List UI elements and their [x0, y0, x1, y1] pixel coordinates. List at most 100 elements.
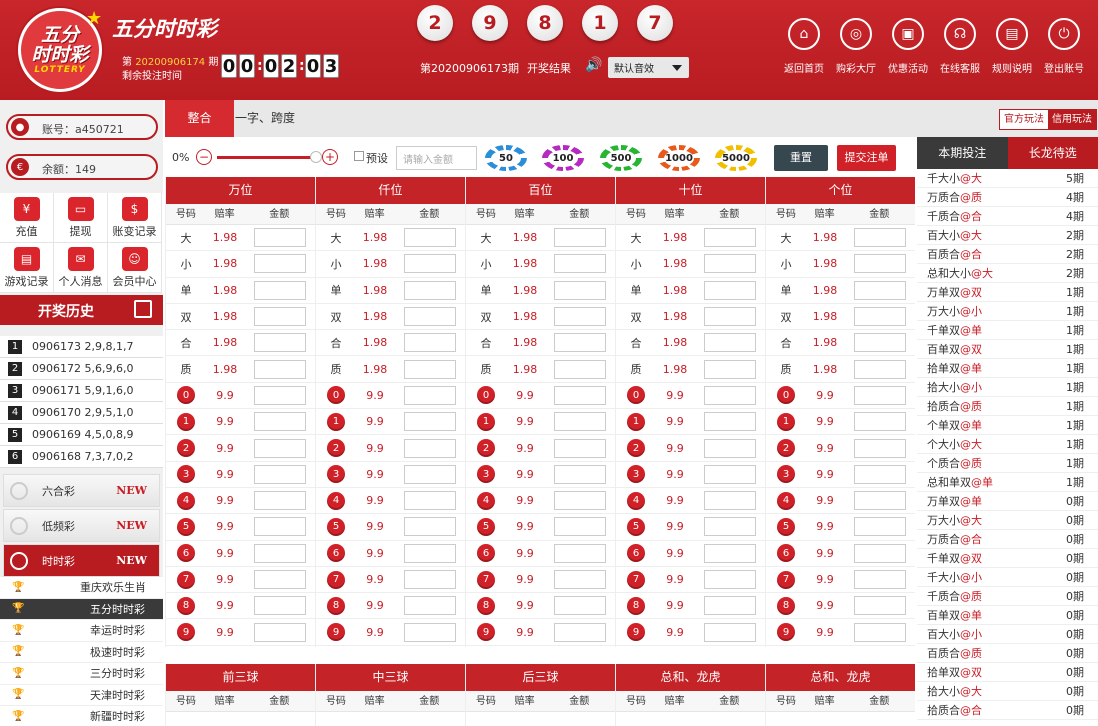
nav-support[interactable]: ☊ 在线客服: [934, 18, 986, 75]
bet-amount-input[interactable]: [254, 307, 306, 327]
bet-amount-input[interactable]: [404, 570, 456, 589]
bet-amount-input[interactable]: [404, 359, 456, 379]
bet-amount-input[interactable]: [704, 622, 756, 642]
subgame-item[interactable]: 🏆 新疆时时彩: [0, 706, 163, 726]
bet-amount-input[interactable]: [404, 596, 456, 616]
chip-100[interactable]: 100: [542, 145, 584, 171]
bet-amount-input[interactable]: [404, 491, 456, 511]
long-dragon-row[interactable]: 百单双@双 1期: [917, 340, 1098, 359]
bet-amount-input[interactable]: [704, 228, 756, 248]
bet-amount-input[interactable]: [404, 280, 456, 300]
chip-50[interactable]: 50: [485, 145, 527, 171]
bet-amount-input[interactable]: [704, 464, 756, 484]
bet-amount-input[interactable]: [404, 307, 456, 327]
bet-amount-input[interactable]: [404, 438, 456, 458]
bet-amount-input[interactable]: [854, 438, 906, 458]
long-dragon-row[interactable]: 千大小@大 5期: [917, 169, 1098, 188]
bet-amount-input[interactable]: [254, 622, 306, 642]
bet-amount-input[interactable]: [704, 412, 756, 432]
long-dragon-row[interactable]: 百大小@小 0期: [917, 625, 1098, 644]
preset-checkbox[interactable]: [354, 151, 364, 161]
bet-amount-input[interactable]: [854, 412, 906, 432]
bet-amount-input[interactable]: [254, 228, 306, 248]
bet-amount-input[interactable]: [554, 228, 606, 248]
long-dragon-row[interactable]: 拾大小@大 0期: [917, 682, 1098, 701]
long-dragon-row[interactable]: 总和单双@单 1期: [917, 473, 1098, 492]
long-dragon-row[interactable]: 个单双@单 1期: [917, 416, 1098, 435]
submit-bet-button[interactable]: 提交注单: [837, 145, 896, 171]
bet-amount-input[interactable]: [254, 491, 306, 511]
bet-amount-input[interactable]: [254, 596, 306, 616]
bet-amount-input[interactable]: [554, 570, 606, 589]
calendar-icon[interactable]: [134, 300, 152, 318]
tab-single-span[interactable]: 一字、跨度: [235, 100, 295, 137]
bet-amount-input[interactable]: [704, 596, 756, 616]
bet-amount-input[interactable]: [554, 254, 606, 274]
bet-amount-input[interactable]: [554, 491, 606, 511]
bet-amount-input[interactable]: [554, 517, 606, 537]
long-dragon-row[interactable]: 千质合@合 4期: [917, 207, 1098, 226]
long-dragon-row[interactable]: 拾质合@质 1期: [917, 397, 1098, 416]
plus-button[interactable]: +: [322, 149, 338, 165]
bet-amount-input[interactable]: [704, 333, 756, 353]
bet-amount-input[interactable]: [554, 280, 606, 300]
long-dragon-row[interactable]: 百单双@单 0期: [917, 606, 1098, 625]
bet-amount-input[interactable]: [554, 438, 606, 458]
bet-amount-input[interactable]: [854, 280, 906, 300]
subgame-item[interactable]: 🏆 极速时时彩: [0, 641, 163, 663]
bet-amount-input[interactable]: [854, 359, 906, 379]
bet-amount-input[interactable]: [854, 464, 906, 484]
bet-amount-input[interactable]: [704, 307, 756, 327]
bet-amount-input[interactable]: [554, 596, 606, 616]
long-dragon-row[interactable]: 千单双@单 1期: [917, 321, 1098, 340]
bet-amount-input[interactable]: [254, 464, 306, 484]
bet-amount-input[interactable]: [704, 280, 756, 300]
quick-game-record[interactable]: ▤ 游戏记录: [0, 243, 54, 293]
bet-amount-input[interactable]: [554, 385, 606, 405]
bet-amount-input[interactable]: [854, 333, 906, 353]
tab-current-bets[interactable]: 本期投注: [917, 137, 1008, 169]
bet-amount-input[interactable]: [404, 333, 456, 353]
bet-amount-input[interactable]: [554, 543, 606, 563]
long-dragon-row[interactable]: 万大小@大 0期: [917, 511, 1098, 530]
bet-amount-input[interactable]: [254, 438, 306, 458]
bet-amount-input[interactable]: [254, 359, 306, 379]
bet-amount-input[interactable]: [704, 491, 756, 511]
bet-amount-input[interactable]: [554, 412, 606, 432]
bet-amount-input[interactable]: [254, 254, 306, 274]
bet-amount-input[interactable]: [854, 570, 906, 589]
sound-select[interactable]: 默认音效: [608, 57, 689, 78]
long-dragon-row[interactable]: 百质合@合 2期: [917, 245, 1098, 264]
long-dragon-row[interactable]: 个大小@大 1期: [917, 435, 1098, 454]
bet-amount-input[interactable]: [404, 412, 456, 432]
bet-amount-input[interactable]: [404, 228, 456, 248]
subgame-item[interactable]: 🏆 重庆欢乐生肖: [0, 577, 163, 599]
long-dragon-row[interactable]: 拾单双@双 0期: [917, 663, 1098, 682]
long-dragon-row[interactable]: 百大小@大 2期: [917, 226, 1098, 245]
nav-rules[interactable]: ▤ 规则说明: [986, 18, 1038, 75]
game-low-frequency[interactable]: 低频彩 NEW: [3, 509, 160, 542]
amount-input[interactable]: 请输入金额: [396, 146, 477, 170]
nav-promotion[interactable]: ▣ 优惠活动: [882, 18, 934, 75]
tab-integrated[interactable]: 整合: [165, 100, 234, 137]
bet-amount-input[interactable]: [254, 280, 306, 300]
long-dragon-row[interactable]: 万质合@合 0期: [917, 530, 1098, 549]
long-dragon-row[interactable]: 万单双@双 1期: [917, 283, 1098, 302]
official-mode-button[interactable]: 官方玩法: [1000, 110, 1048, 129]
bet-amount-input[interactable]: [854, 385, 906, 405]
bet-amount-input[interactable]: [854, 517, 906, 537]
bet-amount-input[interactable]: [554, 307, 606, 327]
quick-ledger[interactable]: $ 账变记录: [108, 193, 162, 243]
bet-amount-input[interactable]: [404, 385, 456, 405]
bet-amount-input[interactable]: [854, 228, 906, 248]
bet-amount-input[interactable]: [554, 359, 606, 379]
nav-lottery-hall[interactable]: ◎ 购彩大厅: [830, 18, 882, 75]
long-dragon-row[interactable]: 拾大小@小 1期: [917, 378, 1098, 397]
subgame-item-active[interactable]: 🏆 五分时时彩: [0, 598, 163, 620]
long-dragon-row[interactable]: 万质合@质 4期: [917, 188, 1098, 207]
quick-withdraw[interactable]: ▭ 提现: [54, 193, 108, 243]
bet-amount-input[interactable]: [404, 517, 456, 537]
bet-amount-input[interactable]: [554, 622, 606, 642]
bet-amount-input[interactable]: [854, 491, 906, 511]
long-dragon-row[interactable]: 万单双@单 0期: [917, 492, 1098, 511]
